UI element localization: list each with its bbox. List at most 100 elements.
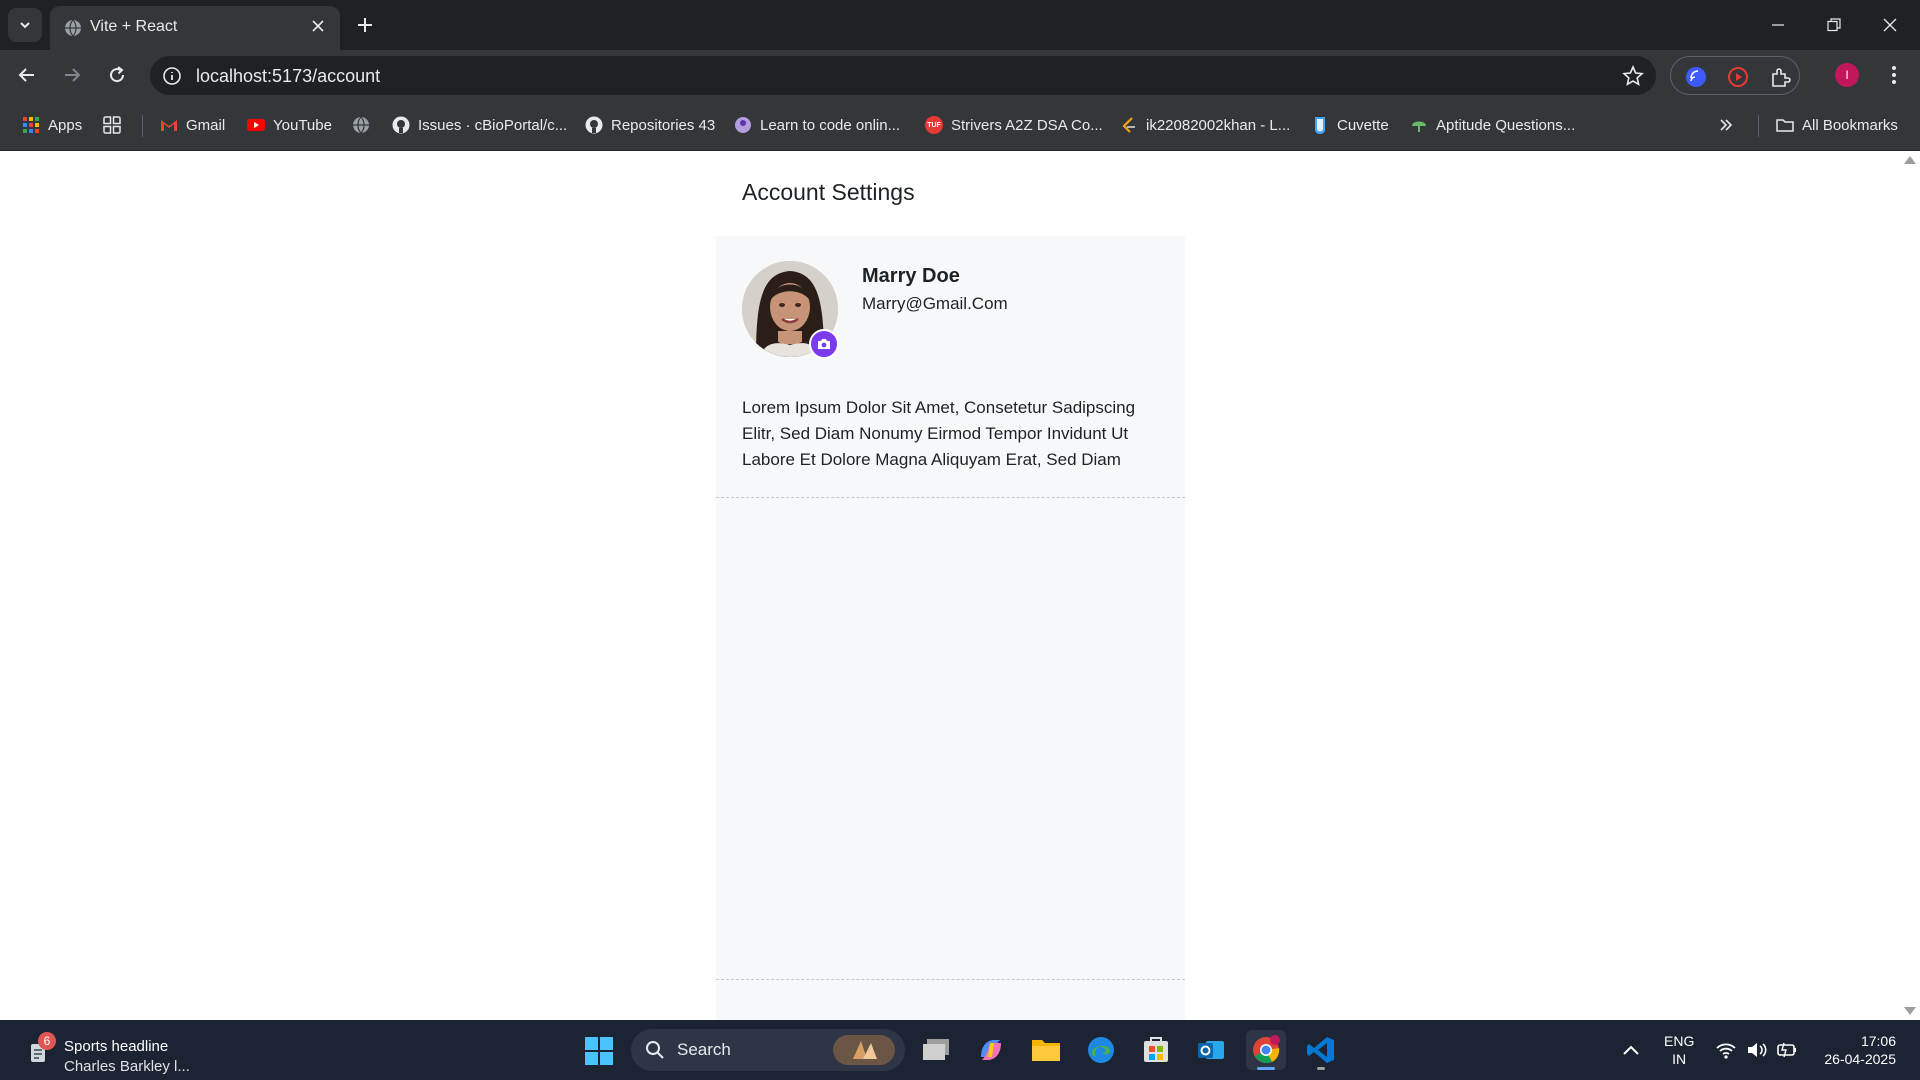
back-button[interactable]: [11, 59, 43, 91]
panel-header: Account Settings: [716, 151, 1185, 236]
browser-tab-bar: Vite + React: [0, 0, 1920, 50]
wifi-icon[interactable]: [1715, 1040, 1737, 1060]
site-info-icon[interactable]: [162, 66, 182, 86]
apps-grid-icon: [23, 117, 39, 133]
active-app-indicator: [1257, 1067, 1275, 1070]
leetcode-icon: [1122, 117, 1135, 133]
tab-search-button[interactable]: [8, 8, 42, 42]
restore-icon: [1827, 18, 1841, 32]
bookmark-strivers[interactable]: TUF Strivers A2Z DSA Co...: [925, 113, 1103, 137]
search-icon: [646, 1041, 664, 1059]
scrollbar-up-arrow[interactable]: [1904, 156, 1916, 164]
bookmark-label: YouTube: [273, 116, 332, 134]
cast-extension-icon[interactable]: [1685, 66, 1707, 88]
chevron-up-icon[interactable]: [1620, 1040, 1642, 1060]
clock-date: 26-04-2025: [1824, 1051, 1896, 1067]
more-bookmarks-button[interactable]: [1718, 113, 1734, 137]
extensions-group: [1670, 56, 1800, 95]
bookmark-label: Gmail: [186, 116, 226, 134]
bookmark-youtube[interactable]: YouTube: [247, 113, 332, 137]
aptitude-icon: [1412, 121, 1426, 132]
profile-avatar[interactable]: I: [1835, 63, 1859, 87]
battery-icon[interactable]: [1776, 1040, 1798, 1060]
bookmark-label: Learn to code onlin...: [760, 116, 901, 134]
bookmark-gmail[interactable]: Gmail: [160, 113, 225, 137]
tuf-icon: TUF: [925, 116, 943, 134]
volume-icon[interactable]: [1746, 1040, 1768, 1060]
edge-icon: [1088, 1037, 1114, 1063]
taskbar-search[interactable]: Search: [631, 1029, 905, 1071]
forward-button[interactable]: [56, 59, 88, 91]
all-bookmarks-button[interactable]: All Bookmarks: [1776, 113, 1898, 137]
bookmark-leetcode[interactable]: ik22082002khan - L...: [1120, 113, 1290, 137]
user-bio: Lorem Ipsum Dolor Sit Amet, Consetetur S…: [742, 398, 1136, 469]
region-code: IN: [1672, 1051, 1687, 1067]
new-tab-button[interactable]: [352, 12, 378, 38]
bookmark-cuvette[interactable]: Cuvette: [1311, 113, 1389, 137]
puzzle-extensions-icon[interactable]: [1769, 66, 1791, 88]
outlook-button[interactable]: [1191, 1030, 1231, 1070]
reload-button[interactable]: [101, 59, 133, 91]
bookmark-label: Issues · cBioPortal/c...: [418, 116, 568, 134]
bookmark-globe[interactable]: [352, 113, 378, 137]
camera-icon: [818, 339, 830, 349]
clock-time: 17:06: [1860, 1033, 1896, 1049]
bookmark-label: Repositories 43: [611, 116, 716, 134]
vscode-button[interactable]: [1301, 1030, 1341, 1070]
learn-icon: [735, 117, 751, 133]
restore-button[interactable]: [1806, 0, 1862, 50]
cuvette-icon: [1315, 117, 1325, 134]
bookmark-label: Strivers A2Z DSA Co...: [951, 116, 1103, 134]
address-bar[interactable]: localhost:5173/account: [150, 56, 1656, 95]
chevron-down-icon: [20, 22, 30, 29]
change-photo-button[interactable]: [809, 329, 839, 359]
arrow-right-icon: [65, 68, 81, 82]
search-label: Search: [677, 1040, 731, 1059]
edge-button[interactable]: [1081, 1030, 1121, 1070]
outlook-icon: [1198, 1041, 1224, 1059]
browser-menu-button[interactable]: [1882, 62, 1906, 88]
bookmark-issues[interactable]: Issues · cBioPortal/c...: [392, 113, 567, 137]
youtube-icon: [247, 119, 265, 131]
scrollbar-down-arrow[interactable]: [1904, 1007, 1916, 1015]
bookmarks-bar: Apps Gmail YouTube Issues · cBioPortal/c…: [0, 100, 1920, 151]
close-window-button[interactable]: [1862, 0, 1918, 50]
language-indicator[interactable]: ENG IN: [1664, 1032, 1694, 1068]
address-url[interactable]: localhost:5173/account: [196, 66, 380, 87]
record-extension-icon[interactable]: [1727, 66, 1749, 88]
section-divider: [716, 497, 1185, 498]
copilot-button[interactable]: [971, 1030, 1011, 1070]
bookmark-apps[interactable]: Apps: [22, 113, 82, 137]
more-vertical-icon: [1892, 66, 1896, 84]
bookmark-star-icon[interactable]: [1622, 65, 1644, 87]
chrome-button[interactable]: [1246, 1030, 1286, 1070]
clock[interactable]: 17:06 26-04-2025: [1812, 1032, 1896, 1068]
browser-tab-active[interactable]: Vite + React: [50, 6, 340, 50]
task-view-button[interactable]: [916, 1030, 956, 1070]
globe-icon: [65, 19, 81, 37]
github-icon: [585, 116, 603, 134]
minimize-button[interactable]: [1750, 0, 1806, 50]
file-explorer-button[interactable]: [1026, 1030, 1066, 1070]
account-settings-panel: Account Settings Marry Doe Marry@Gmail.C…: [716, 151, 1185, 1020]
vscode-icon: [1307, 1037, 1334, 1063]
bookmark-repositories[interactable]: Repositories 43: [585, 113, 715, 137]
windows-start-icon[interactable]: [584, 1036, 614, 1066]
page-viewport: Account Settings Marry Doe Marry@Gmail.C…: [0, 151, 1920, 1020]
double-chevron-right-icon: [1720, 119, 1733, 131]
page-title: Account Settings: [742, 179, 915, 205]
microsoft-store-button[interactable]: [1136, 1030, 1176, 1070]
tab-groups-button[interactable]: [103, 113, 129, 137]
folder-icon: [1776, 119, 1794, 132]
tab-close-button[interactable]: [308, 16, 328, 36]
bookmark-divider: [1758, 115, 1759, 137]
bookmark-learn-to-code[interactable]: Learn to code onlin...: [734, 113, 900, 137]
reload-icon: [110, 66, 125, 83]
news-subtitle: Charles Barkley l...: [64, 1058, 190, 1075]
bookmark-aptitude[interactable]: Aptitude Questions...: [1410, 113, 1575, 137]
github-icon: [392, 116, 410, 134]
news-widget[interactable]: 6 Sports headline Charles Barkley l...: [28, 1028, 208, 1075]
news-title: Sports headline: [64, 1038, 169, 1055]
minimize-icon: [1772, 24, 1784, 26]
bookmark-label: Apps: [48, 116, 83, 134]
